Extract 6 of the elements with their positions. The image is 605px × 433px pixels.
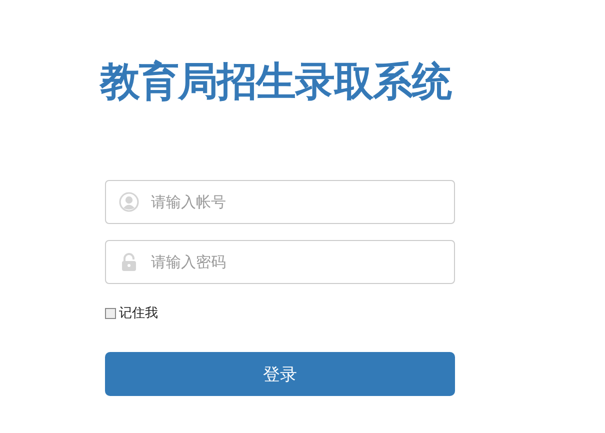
- remember-checkbox[interactable]: [105, 308, 116, 318]
- remember-label: 记住我: [119, 305, 158, 322]
- system-title: 教育局招生录取系统: [100, 58, 451, 107]
- login-button[interactable]: 登录: [105, 352, 455, 396]
- input-field[interactable]: 请输入帐号: [105, 180, 455, 224]
- input-field[interactable]: 请输入密码: [105, 240, 455, 284]
